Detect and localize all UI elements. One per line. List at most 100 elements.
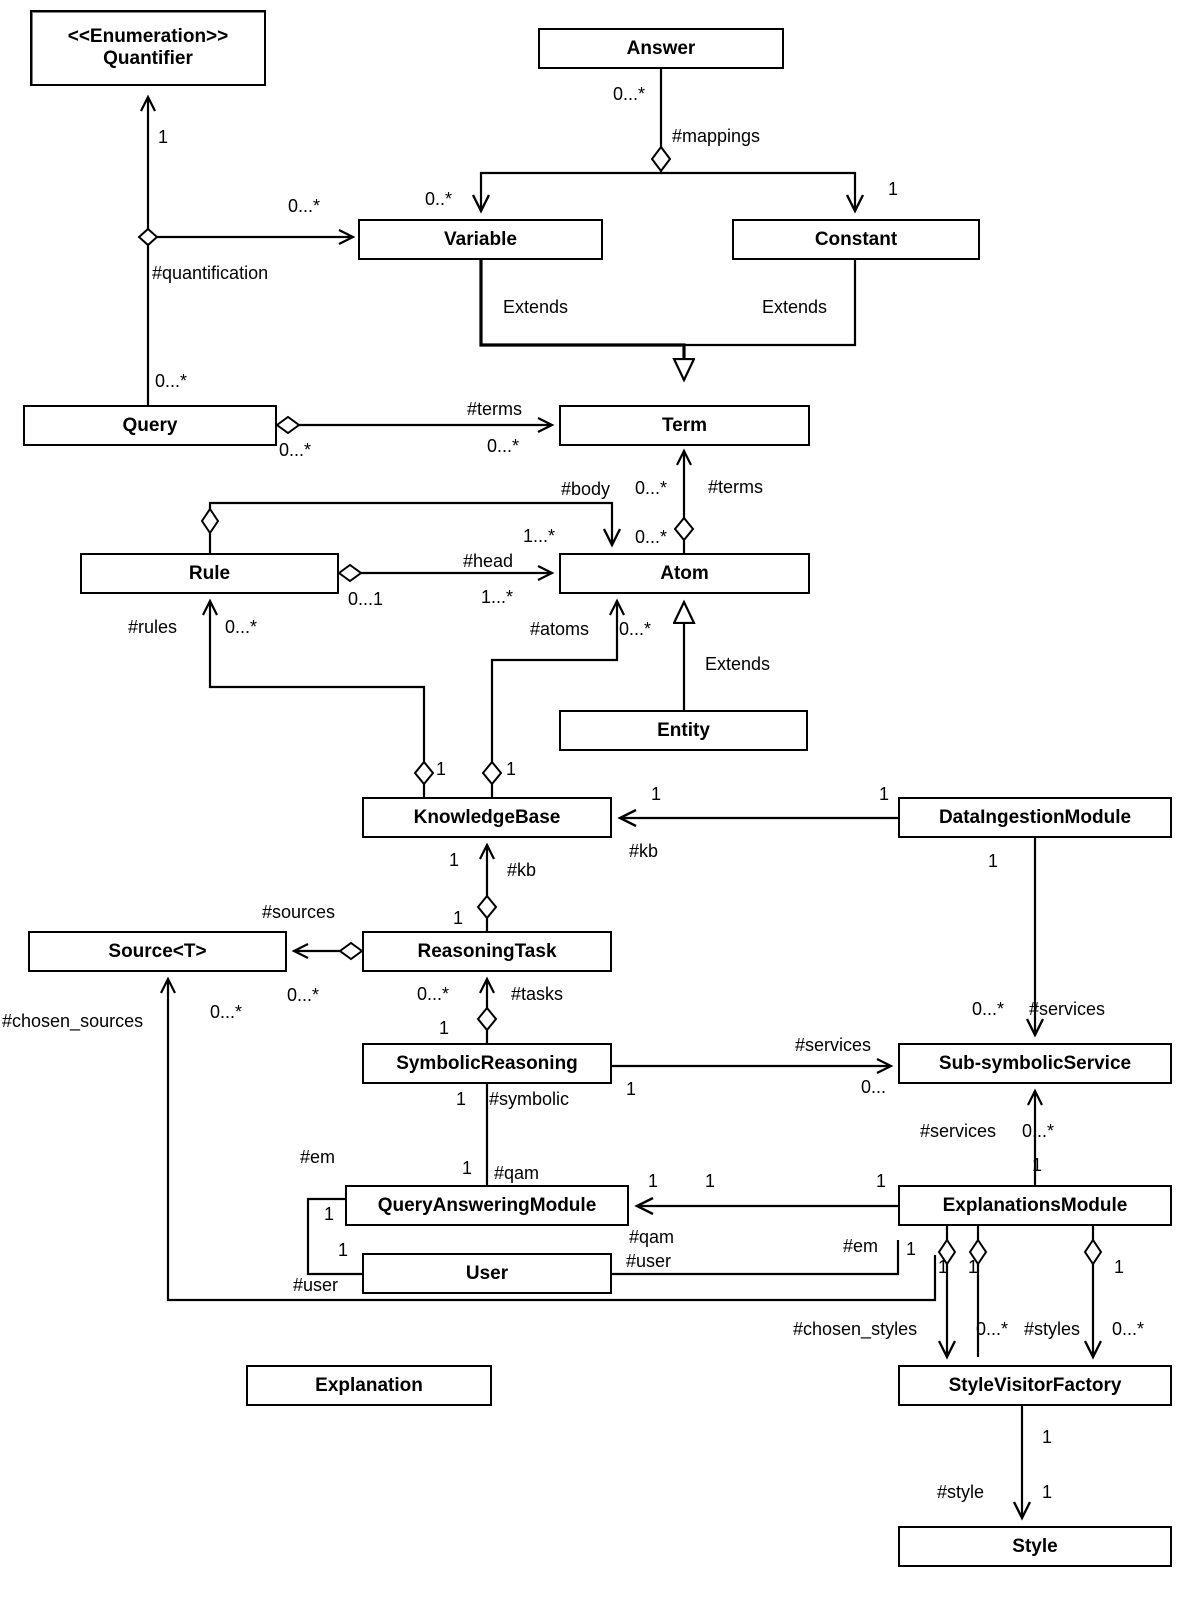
- edge-label-qam-sr-mult: 1: [462, 1158, 473, 1178]
- class-name-atom: Atom: [660, 562, 709, 584]
- class-name-constant: Constant: [814, 228, 898, 250]
- edge-label-rt-kb-mult: 1: [453, 908, 464, 928]
- class-box-query[interactable]: Query: [23, 405, 277, 446]
- edge-label-em-styles-mult-d: 1: [1114, 1257, 1125, 1277]
- edge-label-qam-user-mult: 1: [324, 1204, 335, 1224]
- class-name-entity: Entity: [657, 719, 710, 741]
- edge-label-em-left-mult: 1: [876, 1171, 887, 1191]
- class-name-answer: Answer: [626, 37, 696, 59]
- class-box-explanationsmodule[interactable]: ExplanationsModule: [898, 1185, 1172, 1226]
- class-box-queryansweringmodule[interactable]: QueryAnsweringModule: [345, 1185, 629, 1226]
- edge-label-tasks-role: #tasks: [511, 984, 564, 1004]
- class-box-dataingestionmodule[interactable]: DataIngestionModule: [898, 797, 1172, 838]
- edge-label-dim-service-mult: 1: [988, 851, 999, 871]
- edge-label-qam-em-mult-b: 1: [705, 1171, 716, 1191]
- class-box-answer[interactable]: Answer: [538, 28, 784, 69]
- edge-label-em-user-role: #em: [843, 1236, 879, 1256]
- class-name-user: User: [465, 1262, 509, 1284]
- edge-label-variable-answer-mult: 0..*: [425, 189, 453, 209]
- edge-label-services-em-role: #services: [920, 1121, 997, 1141]
- edge-label-kb-dim-mult: 1: [651, 784, 662, 804]
- edge-label-atoms-mult: 0...*: [619, 619, 652, 639]
- class-box-symbolicreasoning[interactable]: SymbolicReasoning: [362, 1043, 612, 1084]
- edge-label-head-target-mult: 1...*: [481, 587, 514, 607]
- edge-label-answer-mult: 0...*: [613, 84, 646, 104]
- edge-label-services-sr-role: #services: [795, 1035, 872, 1055]
- edge-label-rules-role: #rules: [128, 617, 178, 637]
- edge-label-styles-mult: 0...*: [1112, 1319, 1145, 1339]
- edge-label-sr-svc-mult: 0...: [861, 1077, 887, 1097]
- uml-class-diagram: <<Enumeration>> Quantifier Answer Variab…: [0, 0, 1181, 1609]
- edge-label-qam-sr-role: #qam: [494, 1163, 540, 1183]
- edge-label-sources-role: #sources: [262, 902, 336, 922]
- class-box-term[interactable]: Term: [559, 405, 810, 446]
- edge-label-query-left-mult: 0...*: [279, 440, 312, 460]
- edge-label-constant-answer-mult: 1: [888, 179, 899, 199]
- edge-label-extends-entity: Extends: [705, 654, 771, 674]
- edge-label-atom-term-mult-b: 0...*: [635, 527, 668, 547]
- class-box-variable[interactable]: Variable: [358, 219, 603, 260]
- class-box-source[interactable]: Source<T>: [28, 931, 287, 972]
- edge-label-atoms-role: #atoms: [530, 619, 590, 639]
- class-name-subsymbolicservice: Sub-symbolicService: [938, 1052, 1132, 1074]
- edge-label-qam-em-role: #qam: [629, 1227, 675, 1247]
- edge-label-svf-style-mult-b: 1: [1042, 1482, 1053, 1502]
- edge-label-terms-query-role: #terms: [467, 399, 523, 419]
- edge-label-chosen-sources-role: #chosen_sources: [2, 1011, 144, 1031]
- edge-label-extends-constant: Extends: [762, 297, 828, 317]
- edge-label-quantifier-variable-mult: 0...*: [288, 196, 321, 216]
- class-name-query: Query: [122, 414, 178, 436]
- edge-label-sr-rt-mult: 1: [439, 1018, 450, 1038]
- edge-label-source-mult-b: 0...*: [287, 985, 320, 1005]
- edge-label-mappings-role: #mappings: [672, 126, 761, 146]
- edge-label-em-styles-mult-a: 1: [906, 1239, 917, 1259]
- class-box-stylevisitorfactory[interactable]: StyleVisitorFactory: [898, 1365, 1172, 1406]
- class-box-quantifier[interactable]: <<Enumeration>> Quantifier: [30, 10, 266, 86]
- edge-label-kb-rt-role: #kb: [507, 860, 537, 880]
- class-box-knowledgebase[interactable]: KnowledgeBase: [362, 797, 612, 838]
- edge-label-styles-role: #styles: [1024, 1319, 1081, 1339]
- class-name-symbolicreasoning: SymbolicReasoning: [396, 1052, 578, 1074]
- edge-label-user-qam-mult: 1: [338, 1240, 349, 1260]
- edge-label-extends-variable: Extends: [503, 297, 569, 317]
- edge-label-rule-head-mult: 0...1: [348, 589, 384, 609]
- class-box-explanation[interactable]: Explanation: [246, 1365, 492, 1406]
- class-name-stylevisitorfactory: StyleVisitorFactory: [948, 1374, 1122, 1396]
- edge-label-kb-atoms-mult: 1: [506, 759, 517, 779]
- class-name-queryansweringmodule: QueryAnsweringModule: [377, 1194, 597, 1216]
- edge-label-source-mult-a: 0...*: [210, 1002, 243, 1022]
- edge-label-em-styles-mult-c: 1: [968, 1257, 979, 1277]
- class-box-reasoningtask[interactable]: ReasoningTask: [362, 931, 612, 972]
- edge-label-query-right-mult: 0...*: [487, 436, 520, 456]
- edge-label-body-role: #body: [561, 479, 611, 499]
- edge-label-sr-right-mult: 1: [626, 1079, 637, 1099]
- class-box-constant[interactable]: Constant: [732, 219, 980, 260]
- class-box-user[interactable]: User: [362, 1253, 612, 1294]
- class-name-term: Term: [661, 414, 708, 436]
- class-name-dataingestionmodule: DataIngestionModule: [938, 806, 1132, 828]
- edge-label-em-styles-mult-b: 1: [938, 1257, 949, 1277]
- edge-label-quantification-role: #quantification: [152, 263, 269, 283]
- edge-label-em-role: #em: [300, 1147, 336, 1167]
- edge-label-head-role: #head: [463, 551, 514, 571]
- edge-label-quantifier-mult: 1: [158, 127, 169, 147]
- edge-label-em-svc-one: 1: [1032, 1155, 1043, 1175]
- class-box-rule[interactable]: Rule: [80, 553, 339, 594]
- class-name-variable: Variable: [444, 228, 517, 250]
- edge-label-rules-mult: 0...*: [225, 617, 258, 637]
- edge-label-style-role: #style: [937, 1482, 985, 1502]
- class-box-style[interactable]: Style: [898, 1526, 1172, 1567]
- edge-label-rt-sr-mult: 0...*: [417, 984, 450, 1004]
- class-name-explanation: Explanation: [315, 1374, 423, 1396]
- edge-label-em-svc-mult: 0...*: [1022, 1121, 1055, 1141]
- class-box-atom[interactable]: Atom: [559, 553, 810, 594]
- class-stereotype-quantifier: <<Enumeration>>: [67, 26, 229, 48]
- edge-label-qam-em-mult-a: 1: [648, 1171, 659, 1191]
- edge-label-atom-term-mult-a: 0...*: [635, 478, 668, 498]
- edge-label-dim-svc-mult: 0...*: [972, 999, 1005, 1019]
- class-box-entity[interactable]: Entity: [559, 710, 808, 751]
- edge-label-kb-dim-role: #kb: [629, 841, 659, 861]
- edge-label-services-dim-role: #services: [1029, 999, 1106, 1019]
- class-box-subsymbolicservice[interactable]: Sub-symbolicService: [898, 1043, 1172, 1084]
- edge-label-user-left-role: #user: [293, 1275, 339, 1295]
